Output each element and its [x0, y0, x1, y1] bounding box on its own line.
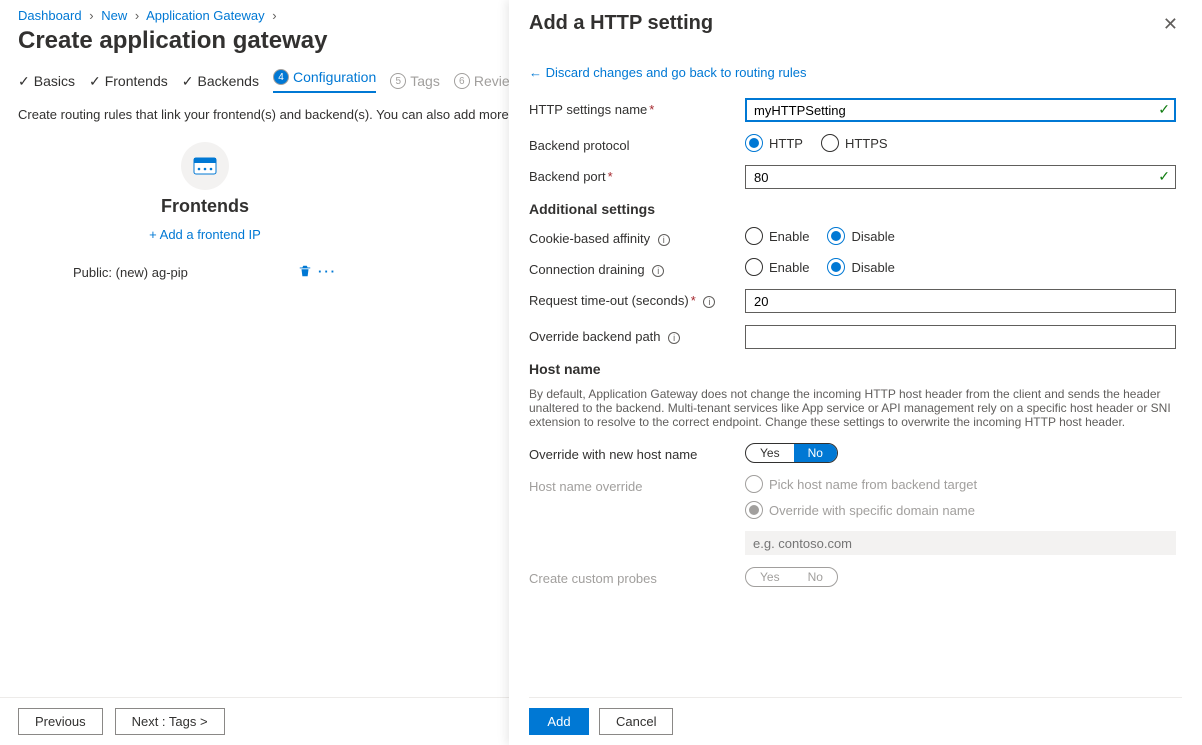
panel-title: Add a HTTP setting: [529, 12, 713, 35]
frontends-icon: [181, 142, 229, 190]
host-name-heading: Host name: [529, 361, 1176, 377]
cancel-button[interactable]: Cancel: [599, 708, 673, 735]
wizard-step-configuration[interactable]: 4 Configuration: [273, 69, 376, 93]
toggle-no[interactable]: No: [794, 444, 837, 462]
override-host-label: Override with new host name: [529, 443, 745, 462]
step-number-icon: 5: [390, 73, 406, 89]
host-pick-backend-radio: Pick host name from backend target: [745, 475, 1176, 493]
host-override-label: Host name override: [529, 475, 745, 494]
protocol-http-radio[interactable]: HTTP: [745, 134, 803, 152]
next-button[interactable]: Next : Tags >: [115, 708, 225, 735]
override-backend-path-input[interactable]: [745, 325, 1176, 349]
chevron-icon: ›: [89, 8, 93, 23]
wizard-step-frontends[interactable]: ✓ Frontends: [89, 73, 168, 90]
custom-probes-label: Create custom probes: [529, 567, 745, 586]
discard-link[interactable]: Discard changes and go back to routing r…: [529, 65, 1176, 80]
host-specific-domain-radio: Override with specific domain name: [745, 501, 1176, 519]
port-label: Backend port*: [529, 165, 745, 184]
step-number-icon: 6: [454, 73, 470, 89]
add-button[interactable]: Add: [529, 708, 589, 735]
wizard-step-label: Backends: [197, 73, 258, 89]
valid-check-icon: ✓: [1158, 168, 1170, 185]
override-host-toggle[interactable]: Yes No: [745, 443, 838, 463]
host-description: By default, Application Gateway does not…: [529, 387, 1176, 429]
frontends-title: Frontends: [65, 196, 345, 217]
previous-button[interactable]: Previous: [18, 708, 103, 735]
backend-port-input[interactable]: [745, 165, 1176, 189]
wizard-step-label: Basics: [34, 73, 75, 89]
breadcrumb-item[interactable]: Dashboard: [18, 8, 82, 23]
wizard-step-tags[interactable]: 5 Tags: [390, 73, 440, 89]
cookie-label: Cookie-based affinity i: [529, 227, 745, 246]
wizard-step-backends[interactable]: ✓ Backends: [182, 73, 259, 90]
http-setting-panel: Add a HTTP setting ✕ Discard changes and…: [509, 0, 1202, 745]
custom-probes-toggle: Yes No: [745, 567, 838, 587]
wizard-step-label: Configuration: [293, 69, 376, 85]
info-icon[interactable]: i: [658, 234, 670, 246]
check-icon: ✓: [18, 73, 30, 90]
step-number-icon: 4: [273, 69, 289, 85]
timeout-label: Request time-out (seconds)* i: [529, 289, 745, 308]
toggle-yes: Yes: [746, 568, 794, 586]
toggle-no: No: [794, 568, 837, 586]
frontends-column: Frontends + Add a frontend IP Public: (n…: [65, 142, 345, 287]
wizard-step-label: Frontends: [105, 73, 168, 89]
cookie-enable-radio[interactable]: Enable: [745, 227, 809, 245]
panel-footer: Add Cancel: [529, 697, 1182, 745]
protocol-label: Backend protocol: [529, 134, 745, 153]
frontend-ip-label: Public: (new) ag-pip: [73, 265, 188, 280]
wizard-step-label: Tags: [410, 73, 440, 89]
host-name-input: [745, 531, 1176, 555]
delete-icon[interactable]: [298, 264, 312, 281]
name-label: HTTP settings name*: [529, 98, 745, 117]
info-icon[interactable]: i: [652, 265, 664, 277]
check-icon: ✓: [89, 73, 101, 90]
additional-settings-heading: Additional settings: [529, 201, 1176, 217]
add-frontend-ip-link[interactable]: + Add a frontend IP: [65, 227, 345, 242]
request-timeout-input[interactable]: [745, 289, 1176, 313]
cookie-disable-radio[interactable]: Disable: [827, 227, 894, 245]
draining-label: Connection draining i: [529, 258, 745, 277]
check-icon: ✓: [182, 73, 194, 90]
override-path-label: Override backend path i: [529, 325, 745, 344]
info-icon[interactable]: i: [703, 296, 715, 308]
draining-disable-radio[interactable]: Disable: [827, 258, 894, 276]
breadcrumb-item[interactable]: New: [101, 8, 127, 23]
info-icon[interactable]: i: [668, 332, 680, 344]
draining-enable-radio[interactable]: Enable: [745, 258, 809, 276]
close-icon[interactable]: ✕: [1159, 12, 1182, 37]
frontend-ip-row: Public: (new) ag-pip ···: [65, 258, 345, 287]
chevron-icon: ›: [272, 8, 276, 23]
toggle-yes[interactable]: Yes: [746, 444, 794, 462]
http-settings-name-input[interactable]: [745, 98, 1176, 122]
breadcrumb-item[interactable]: Application Gateway: [146, 8, 265, 23]
chevron-icon: ›: [135, 8, 139, 23]
more-icon[interactable]: ···: [318, 264, 337, 281]
wizard-step-basics[interactable]: ✓ Basics: [18, 73, 75, 90]
valid-check-icon: ✓: [1158, 101, 1170, 118]
protocol-https-radio[interactable]: HTTPS: [821, 134, 888, 152]
